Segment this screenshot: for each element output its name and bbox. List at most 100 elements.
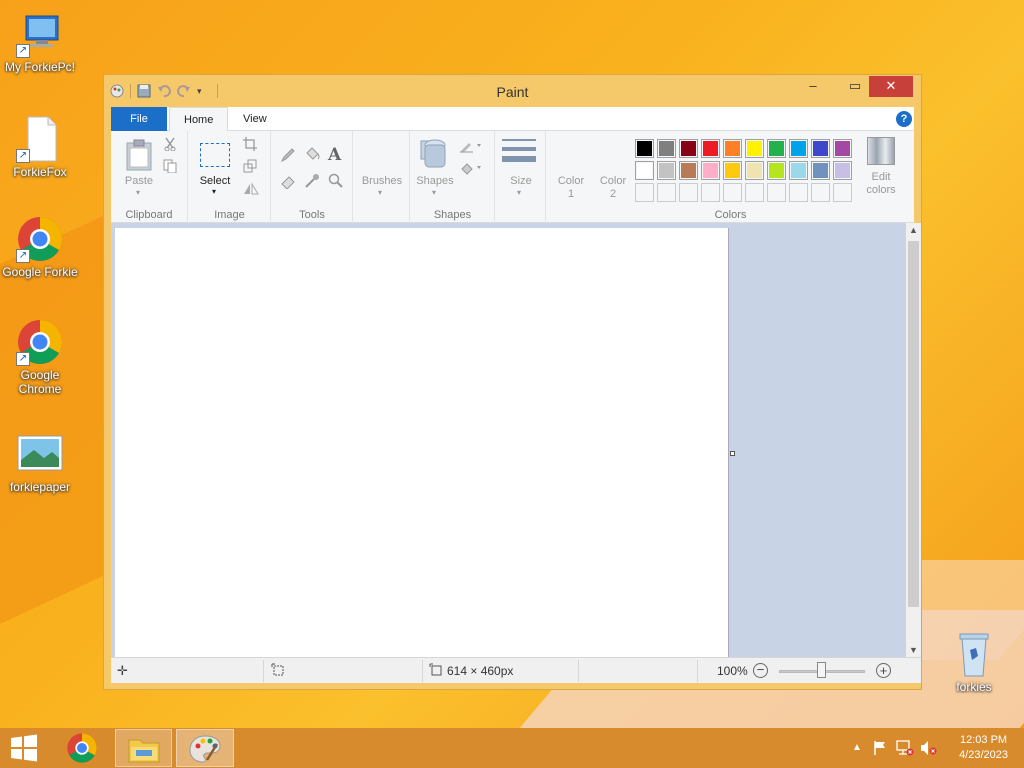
- color-swatch[interactable]: [789, 183, 808, 202]
- color-swatch[interactable]: [635, 183, 654, 202]
- color-swatch[interactable]: [833, 139, 852, 158]
- desktop-icon-forkiefox[interactable]: ↗ ForkieFox: [0, 115, 80, 179]
- close-button[interactable]: ✕: [869, 76, 913, 97]
- show-hidden-icons-button[interactable]: ▲: [852, 742, 862, 753]
- color-swatch[interactable]: [767, 139, 786, 158]
- color-swatch[interactable]: [635, 161, 654, 180]
- magnifier-button[interactable]: [328, 173, 344, 192]
- color-swatch-fill: [747, 163, 762, 178]
- volume-muted-icon[interactable]: [920, 740, 938, 759]
- desktop-icon-my-pc[interactable]: ↗ My ForkiePc!: [0, 10, 80, 74]
- color-swatch[interactable]: [833, 183, 852, 202]
- pencil-button[interactable]: [280, 147, 296, 166]
- color-swatch[interactable]: [811, 161, 830, 180]
- color-swatch[interactable]: [701, 161, 720, 180]
- crop-button[interactable]: [243, 137, 257, 154]
- scrollbar-thumb[interactable]: [908, 241, 919, 607]
- color-swatch[interactable]: [679, 161, 698, 180]
- taskbar-paint[interactable]: [176, 729, 234, 767]
- outline-pen-icon: [460, 143, 481, 153]
- color-swatch[interactable]: [745, 183, 764, 202]
- zoom-in-button[interactable]: +: [876, 663, 891, 678]
- resize-button[interactable]: [243, 159, 257, 176]
- taskbar-chrome[interactable]: [58, 729, 106, 767]
- cut-button[interactable]: [163, 137, 177, 154]
- minimize-button[interactable]: –: [799, 76, 827, 97]
- color-swatch-fill: [813, 163, 828, 178]
- color-swatch-fill: [835, 141, 850, 156]
- color-swatch[interactable]: [679, 139, 698, 158]
- action-center-icon[interactable]: [872, 740, 888, 759]
- color-swatch[interactable]: [833, 161, 852, 180]
- help-button[interactable]: ?: [896, 111, 912, 127]
- shortcut-arrow-icon: ↗: [16, 149, 30, 163]
- color-swatch[interactable]: [767, 161, 786, 180]
- tab-home[interactable]: Home: [169, 107, 229, 132]
- eraser-button[interactable]: [280, 173, 296, 192]
- title-bar[interactable]: ▾ Paint – ▭ ✕: [104, 75, 921, 107]
- taskbar: ▲ 12:03 PM 4/23/2023: [0, 728, 1024, 768]
- taskbar-file-explorer[interactable]: [115, 729, 172, 767]
- text-button[interactable]: A: [328, 145, 341, 165]
- network-icon[interactable]: [896, 740, 914, 759]
- maximize-button[interactable]: ▭: [841, 76, 869, 97]
- scroll-down-arrow-icon[interactable]: ▼: [906, 645, 921, 655]
- color-swatch-fill: [747, 141, 762, 156]
- eraser-icon: [281, 176, 295, 190]
- fill-button[interactable]: [304, 145, 320, 164]
- start-button[interactable]: [0, 729, 48, 767]
- select-rectangle-icon: [200, 143, 230, 167]
- fill-shape-button[interactable]: [459, 161, 483, 178]
- color-swatch[interactable]: [723, 183, 742, 202]
- color-swatch[interactable]: [723, 161, 742, 180]
- color-swatch[interactable]: [789, 139, 808, 158]
- color1-button[interactable]: Color 1: [553, 175, 589, 201]
- color-swatch[interactable]: [767, 183, 786, 202]
- tab-file[interactable]: File: [111, 107, 167, 131]
- group-size[interactable]: Size ▾: [496, 131, 546, 223]
- color-swatch-fill: [703, 141, 718, 156]
- outline-button[interactable]: [459, 139, 483, 156]
- color-swatch-fill: [791, 141, 806, 156]
- desktop-icon-forkiepaper[interactable]: forkiepaper: [0, 430, 80, 494]
- copy-icon: [163, 159, 177, 174]
- color-swatch[interactable]: [657, 139, 676, 158]
- color-swatch[interactable]: [679, 183, 698, 202]
- color-swatch[interactable]: [745, 161, 764, 180]
- canvas-resize-handle[interactable]: [730, 451, 735, 456]
- color2-button[interactable]: Color 2: [595, 175, 631, 201]
- shapes-button[interactable]: Shapes ▾: [415, 135, 455, 199]
- color-swatch[interactable]: [657, 161, 676, 180]
- color-swatch-fill: [725, 163, 740, 178]
- color-swatch[interactable]: [701, 183, 720, 202]
- color-swatch[interactable]: [745, 139, 764, 158]
- copy-button[interactable]: [163, 159, 177, 176]
- edit-colors-button[interactable]: Edit colors: [861, 135, 901, 201]
- status-bar: ✛ 614 × 460px 100% − +: [111, 657, 921, 683]
- color-swatch[interactable]: [811, 139, 830, 158]
- color-swatch[interactable]: [723, 139, 742, 158]
- scroll-up-arrow-icon[interactable]: ▲: [906, 225, 921, 235]
- desktop-icon-google-chrome[interactable]: ↗ Google Chrome: [0, 318, 80, 396]
- desktop-icon-recycle-bin[interactable]: forkies: [934, 630, 1014, 694]
- color-swatch[interactable]: [701, 139, 720, 158]
- rotate-button[interactable]: [243, 181, 263, 198]
- color-swatch[interactable]: [789, 161, 808, 180]
- tab-view[interactable]: View: [229, 107, 281, 131]
- zoom-slider-thumb[interactable]: [817, 662, 826, 678]
- edit-colors-label-line1: Edit: [871, 171, 891, 183]
- paste-button[interactable]: Paste ▾: [119, 135, 159, 199]
- color-picker-button[interactable]: [304, 173, 320, 192]
- zoom-out-button[interactable]: −: [753, 663, 768, 678]
- group-brushes[interactable]: Brushes ▾: [354, 131, 410, 223]
- clock[interactable]: 12:03 PM 4/23/2023: [959, 733, 1008, 763]
- color-swatch[interactable]: [811, 183, 830, 202]
- size-label: Size: [510, 175, 532, 187]
- desktop-icon-google-forkie[interactable]: ↗ Google Forkie: [0, 215, 80, 279]
- color-swatch-fill: [703, 163, 718, 178]
- vertical-scrollbar[interactable]: ▲ ▼: [906, 223, 921, 657]
- drawing-canvas[interactable]: [115, 228, 729, 657]
- select-button[interactable]: Select ▾: [195, 139, 235, 199]
- color-swatch[interactable]: [657, 183, 676, 202]
- color-swatch[interactable]: [635, 139, 654, 158]
